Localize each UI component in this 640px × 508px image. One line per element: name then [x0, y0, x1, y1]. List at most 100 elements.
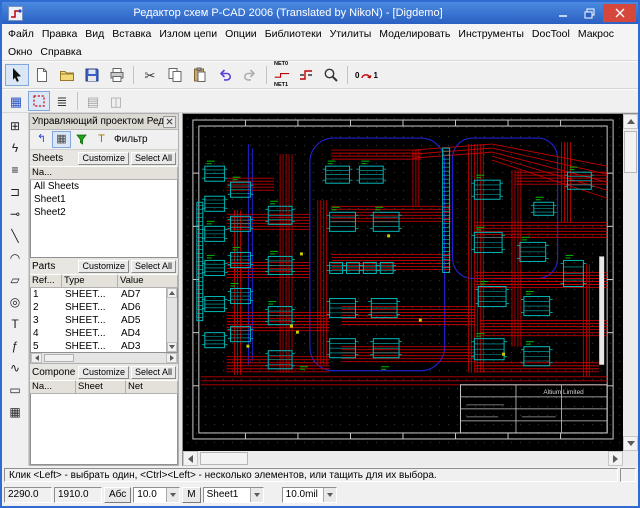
restore-button[interactable]: [576, 4, 603, 22]
scroll-left-arrow-icon[interactable]: [183, 451, 198, 466]
place-bus-button[interactable]: ≡: [4, 159, 27, 180]
menu-item[interactable]: Утилиты: [326, 26, 376, 42]
list-item[interactable]: Sheet1: [31, 193, 177, 206]
line-width-combo[interactable]: 10.0mil: [282, 487, 337, 503]
list-item[interactable]: Sheet2: [31, 206, 177, 219]
scroll-down-arrow-icon[interactable]: [167, 342, 177, 352]
place-ref-point-button[interactable]: ◎: [4, 291, 27, 312]
table-row[interactable]: 4SHEET...AD4: [31, 327, 166, 340]
parts-horizontal-scrollbar[interactable]: [30, 353, 178, 364]
schematic-canvas[interactable]: Altium Limited: [183, 114, 623, 451]
sheets-select-all-button[interactable]: Select All: [131, 152, 176, 165]
print-button[interactable]: [105, 64, 129, 86]
abs-rel-toggle-button[interactable]: Абс: [104, 487, 131, 503]
menu-item[interactable]: DocTool: [528, 26, 574, 42]
place-polygon-button[interactable]: ▱: [4, 269, 27, 290]
menu-item[interactable]: Опции: [221, 26, 261, 42]
place-arc-button[interactable]: ◠: [4, 247, 27, 268]
table-row[interactable]: 2SHEET...AD6: [31, 301, 166, 314]
place-pin-button[interactable]: ⊸: [4, 203, 27, 224]
spreadsheet-view-button[interactable]: ▦: [5, 91, 27, 111]
column-header[interactable]: Net: [126, 380, 178, 394]
minimize-button[interactable]: [549, 4, 576, 22]
place-table-button[interactable]: ▦: [4, 401, 27, 422]
menu-item[interactable]: Инструменты: [454, 26, 527, 42]
scroll-down-arrow-icon[interactable]: [623, 436, 638, 451]
menu-item[interactable]: Вставка: [108, 26, 155, 42]
sheets-customize-button[interactable]: Customize: [78, 152, 129, 165]
scroll-right-arrow-icon[interactable]: [608, 451, 623, 466]
components-select-all-button[interactable]: Select All: [131, 366, 176, 379]
table-row[interactable]: 3SHEET...AD5: [31, 314, 166, 327]
horizontal-scrollbar[interactable]: [183, 451, 638, 466]
place-port-button[interactable]: ⊐: [4, 181, 27, 202]
place-wire-button[interactable]: ϟ: [4, 137, 27, 158]
table-row[interactable]: 5SHEET...AD3: [31, 340, 166, 352]
scroll-up-arrow-icon[interactable]: [167, 288, 177, 298]
save-document-button[interactable]: [80, 64, 104, 86]
place-text-button[interactable]: T: [4, 313, 27, 334]
column-header[interactable]: Ref...: [30, 274, 62, 288]
jump-to-button[interactable]: ↰: [32, 131, 51, 148]
panel-close-button[interactable]: [163, 116, 176, 128]
selection-mask-button[interactable]: [28, 91, 50, 111]
redo-button[interactable]: [238, 64, 262, 86]
list-item[interactable]: All Sheets: [31, 180, 177, 193]
column-header[interactable]: Na...: [30, 166, 178, 180]
menu-item[interactable]: Макрос: [574, 26, 618, 42]
renumber-nets-button[interactable]: NET0NET1: [271, 64, 293, 86]
menu-item[interactable]: Правка: [38, 26, 81, 42]
table-row[interactable]: 1SHEET...AD7: [31, 288, 166, 301]
filter-button[interactable]: [72, 131, 91, 148]
scroll-left-arrow-icon[interactable]: [31, 353, 42, 363]
line-width-dropdown-arrow-icon[interactable]: [323, 488, 336, 502]
place-ieee-symbol-button[interactable]: ∿: [4, 357, 27, 378]
new-document-button[interactable]: [30, 64, 54, 86]
edit-nets-button[interactable]: [294, 64, 318, 86]
menu-item[interactable]: Справка: [36, 44, 85, 60]
place-field-button[interactable]: ▭: [4, 379, 27, 400]
library-setup-button[interactable]: ▤: [82, 91, 104, 111]
y-coordinate-field[interactable]: 1910.0: [54, 487, 102, 503]
undo-button[interactable]: [213, 64, 237, 86]
vertical-scrollbar[interactable]: [623, 114, 638, 451]
column-header[interactable]: Type: [62, 274, 118, 288]
scroll-up-arrow-icon[interactable]: [623, 114, 638, 129]
grid-dropdown-arrow-icon[interactable]: [166, 488, 179, 502]
components-customize-button[interactable]: Customize: [78, 366, 129, 379]
parts-scroll-thumb[interactable]: [44, 354, 74, 362]
record-macro-button[interactable]: 01: [352, 64, 381, 86]
macro-record-button[interactable]: M: [182, 487, 200, 503]
menu-item[interactable]: Окно: [4, 44, 36, 60]
parts-customize-button[interactable]: Customize: [78, 260, 129, 273]
vertical-scroll-thumb[interactable]: [624, 131, 637, 173]
menu-item[interactable]: Библиотеки: [261, 26, 326, 42]
zoom-window-button[interactable]: [319, 64, 343, 86]
column-header[interactable]: Na...: [30, 380, 76, 394]
sheet-dropdown-arrow-icon[interactable]: [250, 488, 263, 502]
place-attribute-button[interactable]: ƒ: [4, 335, 27, 356]
open-document-button[interactable]: [55, 64, 79, 86]
library-executive-button[interactable]: ◫: [105, 91, 127, 111]
column-header[interactable]: Value: [118, 274, 178, 288]
menu-item[interactable]: Файл: [4, 26, 38, 42]
scroll-right-arrow-icon[interactable]: [166, 353, 177, 363]
bill-of-materials-button[interactable]: ≣: [51, 91, 73, 111]
select-objects-button[interactable]: ▦: [52, 131, 71, 148]
close-button[interactable]: [603, 4, 636, 22]
menu-item[interactable]: Моделировать: [375, 26, 454, 42]
highlight-button[interactable]: T: [92, 131, 111, 148]
x-coordinate-field[interactable]: 2290.0: [4, 487, 52, 503]
column-header[interactable]: Sheet: [76, 380, 126, 394]
sheet-selector-combo[interactable]: Sheet1: [203, 487, 264, 503]
cut-button[interactable]: ✂: [138, 64, 162, 86]
menu-item[interactable]: Излом цепи: [155, 26, 221, 42]
parts-vertical-scrollbar[interactable]: [166, 288, 177, 352]
parts-select-all-button[interactable]: Select All: [131, 260, 176, 273]
menu-item[interactable]: Вид: [81, 26, 108, 42]
select-tool-button[interactable]: [5, 64, 29, 86]
horizontal-scroll-thumb[interactable]: [200, 452, 248, 465]
grid-spacing-combo[interactable]: 10.0: [133, 487, 180, 503]
place-line-button[interactable]: ╲: [4, 225, 27, 246]
place-part-button[interactable]: ⊞: [4, 115, 27, 136]
